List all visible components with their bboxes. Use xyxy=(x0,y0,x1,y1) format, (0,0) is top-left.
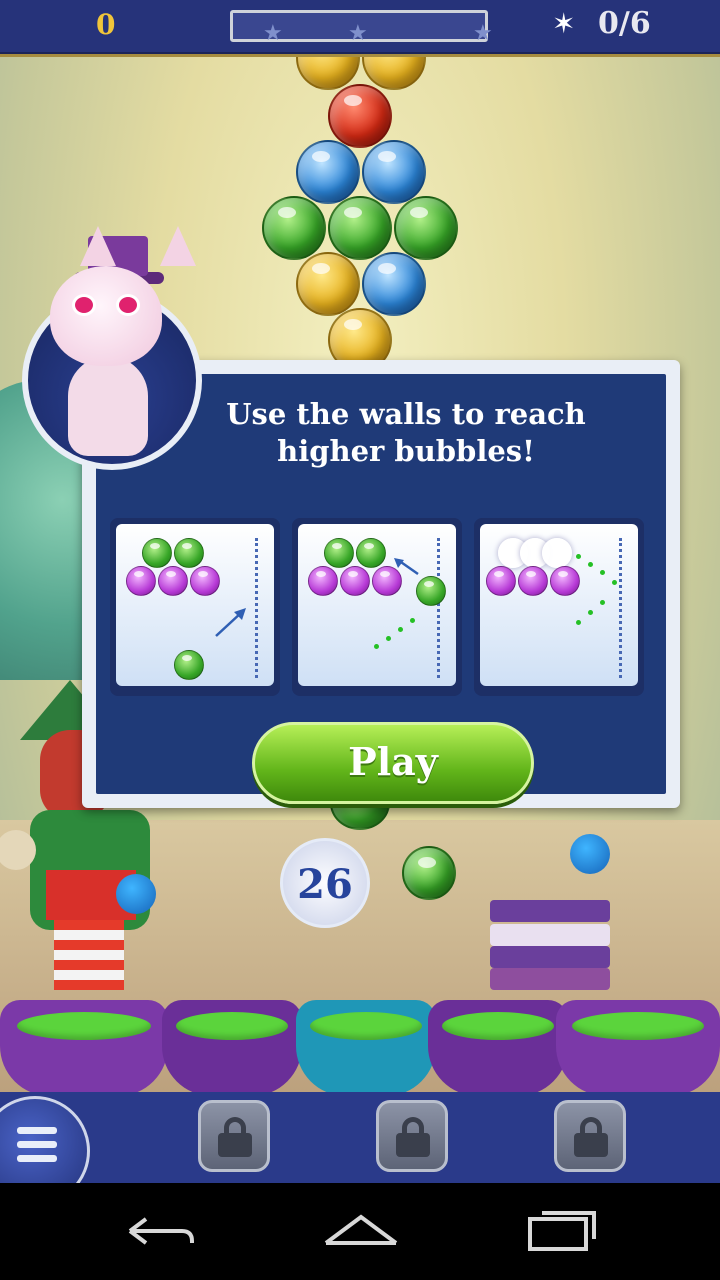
recents-button[interactable] xyxy=(516,1203,606,1259)
spider-icon xyxy=(116,874,156,914)
cauldron-row xyxy=(0,1000,720,1100)
locked-booster-slot-1[interactable] xyxy=(198,1100,270,1172)
tutorial-message: Use the walls to reach higher bubbles! xyxy=(156,396,656,470)
progress-star-icon: ★ xyxy=(348,21,368,46)
bubble-green xyxy=(328,196,392,260)
tutorial-message-line2: higher bubbles! xyxy=(277,434,535,468)
spider-icon xyxy=(570,834,610,874)
back-icon xyxy=(128,1217,194,1245)
play-button-label: Play xyxy=(348,739,438,784)
recents-icon xyxy=(528,1211,596,1251)
cauldron xyxy=(556,1000,720,1096)
back-button[interactable] xyxy=(116,1203,206,1259)
lock-icon xyxy=(218,1117,252,1157)
cauldron xyxy=(296,1000,436,1096)
progress-star-icon: ★ xyxy=(263,21,283,46)
home-button[interactable] xyxy=(316,1203,406,1259)
bubble-green xyxy=(262,196,326,260)
bubble-blue xyxy=(296,140,360,204)
cauldron xyxy=(428,1000,568,1096)
lock-icon xyxy=(396,1117,430,1157)
next-bubble[interactable] xyxy=(402,846,456,900)
bubble-yellow xyxy=(296,252,360,316)
menu-icon xyxy=(17,1127,57,1169)
bubble-red xyxy=(328,84,392,148)
shots-counter: 26 xyxy=(280,838,370,928)
arrow-icon xyxy=(215,608,246,637)
score-value: 0 xyxy=(96,8,116,41)
cauldron xyxy=(162,1000,302,1096)
star-icon: ✶ xyxy=(552,7,576,40)
shots-remaining: 26 xyxy=(297,861,353,908)
hud-top-bar: 0 ★ ★ ★ ✶ 0/6 xyxy=(0,0,720,57)
tutorial-card-2 xyxy=(292,518,462,696)
lock-icon xyxy=(574,1117,608,1157)
locked-booster-slot-2[interactable] xyxy=(376,1100,448,1172)
cauldron xyxy=(0,1000,168,1096)
tutorial-message-line1: Use the walls to reach xyxy=(226,397,586,431)
progress-star-icon: ★ xyxy=(473,21,493,46)
bubble-green xyxy=(394,196,458,260)
cat-character-avatar xyxy=(22,226,202,470)
book-stack xyxy=(490,880,610,990)
locked-booster-slot-3[interactable] xyxy=(554,1100,626,1172)
tutorial-card-3 xyxy=(474,518,644,696)
stars-collected: 0/6 xyxy=(598,6,651,41)
tutorial-card-1 xyxy=(110,518,280,696)
system-navigation-bar xyxy=(0,1183,720,1280)
bubble-blue xyxy=(362,252,426,316)
bubble-blue xyxy=(362,140,426,204)
score-progress-bar: ★ ★ ★ xyxy=(230,10,493,46)
home-icon xyxy=(324,1214,398,1245)
arrow-icon xyxy=(394,558,419,576)
play-button[interactable]: Play xyxy=(252,722,534,804)
game-area[interactable]: 26 0 ★ ★ ★ ✶ 0/6 Use the walls to reach … xyxy=(0,0,720,1183)
